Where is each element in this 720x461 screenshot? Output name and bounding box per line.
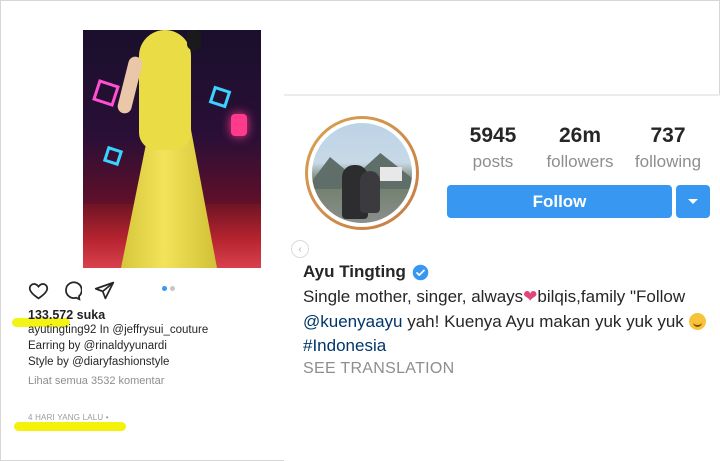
mention-link[interactable]: @kuenyaayu [303,312,403,331]
like-count[interactable]: 133.572 suka [28,308,105,322]
stat-label: following [634,152,702,171]
caption-line: Earring by @rinaldyyunardi [28,340,167,352]
bio-line: Single mother, singer, always❤bilqis,fam… [303,287,713,307]
hair [187,30,201,50]
profile-name: Ayu Tingting [303,262,429,282]
bio-line: #Indonesia [303,336,713,356]
carousel-indicator [162,286,175,291]
avatar-building [380,167,402,181]
carousel-dot-active [162,286,167,291]
stat-posts[interactable]: 5945 posts [462,124,524,172]
bio-line: @kuenyaayu yah! Kuenya Ayu makan yuk yuk… [303,312,713,332]
bio-text: bilqis,family "Follow [537,287,686,306]
gown-bodice [139,30,191,150]
bio-text: Single mother, singer, always [303,287,524,306]
post-timestamp: 4 HARI YANG LALU • [28,413,109,422]
stat-number: 26m [558,124,602,147]
stat-followers[interactable]: 26m followers [542,124,618,172]
display-name: Ayu Tingting [303,262,406,281]
stage-light-square [102,145,124,167]
comment-icon[interactable] [61,280,83,301]
post-photo[interactable] [83,30,261,268]
yellow-highlight-time [14,422,126,431]
stage-spotlight [231,114,247,136]
follow-button[interactable]: Follow [447,185,672,218]
stat-label: posts [472,152,514,171]
view-all-comments-link[interactable]: Lihat semua 3532 komentar [28,375,164,387]
smiling-emoji-icon [688,313,706,330]
bio-text: yah! Kuenya Ayu makan yuk yuk yuk [402,312,689,331]
chevron-left-icon[interactable]: ‹ [291,240,309,258]
caption-line: Style by @diaryfashionstyle [28,356,170,368]
stat-number: 737 [650,124,686,147]
stage-light-square [92,79,120,107]
share-icon[interactable] [94,280,115,300]
stage-light-square [208,85,232,109]
carousel-dot [170,286,175,291]
stat-label: followers [546,152,614,171]
heart-emoji-icon: ❤ [523,287,538,306]
chevron-down-icon [688,198,698,204]
avatar[interactable] [305,116,419,230]
avatar-photo [312,123,412,223]
heart-icon[interactable] [28,280,49,300]
post-action-bar [28,280,115,301]
hashtag-link[interactable]: #Indonesia [303,336,386,355]
avatar-child [360,171,380,213]
stat-following[interactable]: 737 following [628,124,708,172]
stat-number: 5945 [469,124,517,147]
verified-badge-icon [412,264,429,280]
suggested-accounts-button[interactable] [676,185,710,218]
caption-line: ayutingting92 In @jeffrysui_couture [28,324,209,336]
see-translation-link[interactable]: SEE TRANSLATION [303,360,455,378]
avatar-border [308,119,416,227]
